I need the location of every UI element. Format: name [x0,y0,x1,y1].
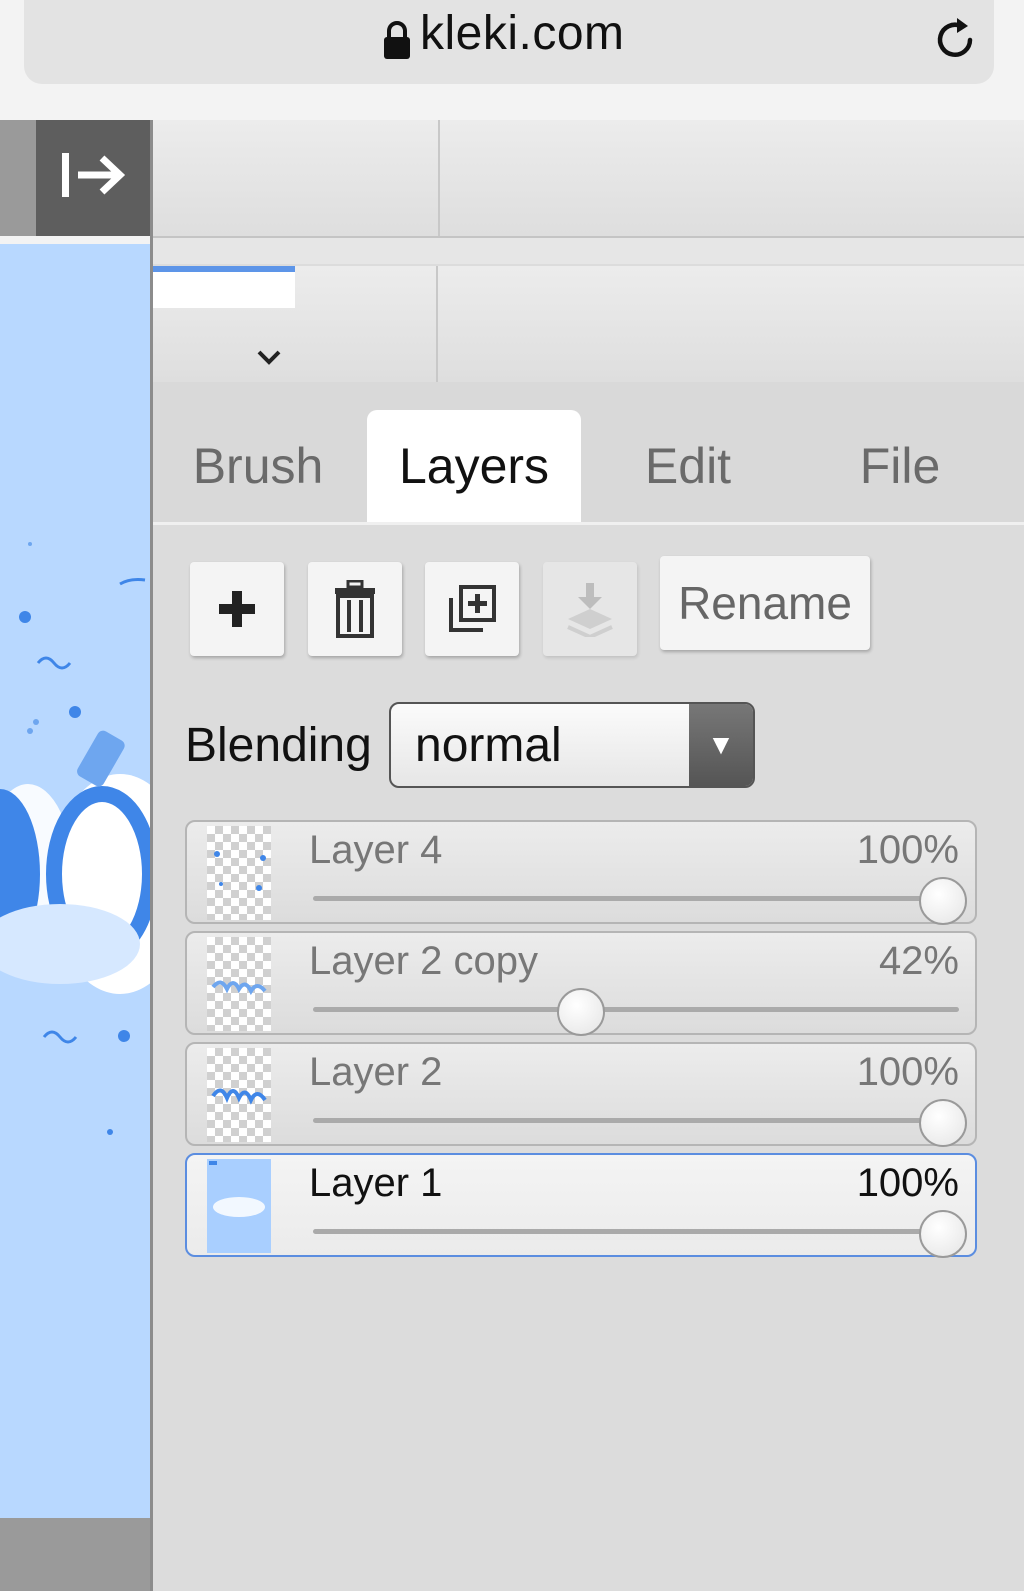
tab-layers[interactable]: Layers [367,410,581,522]
canvas-frame-bottom [0,1518,152,1591]
merge-down-icon [567,583,613,637]
canvas-frame-top [0,120,36,236]
collapse-right-icon [62,153,126,197]
layer-opacity-value: 42% [878,939,959,983]
url-text[interactable]: kleki.com [420,6,625,61]
layer-thumbnail [207,1048,271,1142]
collapse-sidebar-button[interactable] [36,120,152,236]
layer-opacity-value: 100% [856,1161,959,1205]
opacity-slider[interactable] [313,1229,959,1234]
tool-row-color [153,266,1024,384]
opacity-slider-knob[interactable] [919,877,967,925]
layer-thumbnail [207,937,271,1031]
delete-layer-button[interactable] [308,562,402,656]
tool-divider [438,120,440,236]
blending-label: Blending [185,719,372,772]
layer-opacity-value: 100% [856,1050,959,1094]
tab-edit[interactable]: Edit [603,410,773,522]
layer-row-layer-2-copy[interactable]: Layer 2 copy 42% [185,931,977,1036]
layer-name: Layer 1 [309,1161,443,1205]
panel-tabs: Brush Layers Edit File [153,382,1024,525]
opacity-slider-knob[interactable] [919,1099,967,1147]
layer-row-layer-1[interactable]: Layer 1 100% [185,1153,977,1258]
layer-row-layer-2[interactable]: Layer 2 100% [185,1042,977,1147]
chevron-down-icon[interactable] [255,342,283,374]
layer-opacity-value: 100% [856,828,959,872]
trash-icon [335,580,375,638]
layer-name: Layer 4 [309,828,443,872]
opacity-slider[interactable] [313,1007,959,1012]
add-layer-button[interactable] [190,562,284,656]
reload-icon[interactable] [930,14,980,64]
tool-row-gap [153,238,1024,264]
opacity-slider[interactable] [313,1118,959,1123]
browser-url-bar[interactable]: kleki.com [24,0,994,84]
blending-select[interactable]: normal ▼ [389,702,755,788]
opacity-slider-knob[interactable] [919,1210,967,1258]
drawing-canvas[interactable] [0,244,152,1518]
opacity-slider-knob[interactable] [557,988,606,1036]
blending-value: normal [415,719,562,772]
side-panel: Brush Layers Edit File Rename Blending n… [153,120,1024,1591]
rename-layer-button[interactable]: Rename [660,556,870,650]
dropdown-arrow-icon: ▼ [689,704,753,786]
duplicate-icon [449,585,496,632]
layer-row-layer-4[interactable]: Layer 4 100% [185,820,977,925]
plus-icon [219,591,255,627]
lock-icon [384,21,410,59]
tab-brush[interactable]: Brush [169,410,347,522]
layer-thumbnail [207,826,271,920]
layer-name: Layer 2 copy [309,939,539,983]
tool-divider [436,266,438,382]
canvas-artwork [0,542,152,1135]
tool-row-top [153,120,1024,238]
color-swatch[interactable] [153,266,295,308]
duplicate-layer-button[interactable] [425,562,519,656]
merge-down-button[interactable] [543,562,637,656]
layer-thumbnail [207,1159,271,1253]
layer-name: Layer 2 [309,1050,443,1094]
opacity-slider[interactable] [313,896,959,901]
tab-file[interactable]: File [815,410,985,522]
